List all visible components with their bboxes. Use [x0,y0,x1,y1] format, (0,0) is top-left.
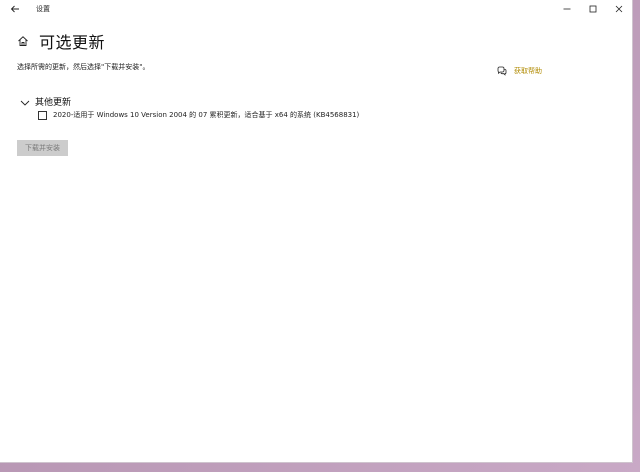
help-link-label[interactable]: 获取帮助 [514,66,542,76]
update-item: 2020-适用于 Windows 10 Version 2004 的 07 累积… [38,110,359,120]
home-icon[interactable] [17,32,29,51]
window-title: 设置 [36,5,50,13]
back-button[interactable] [0,0,30,18]
instruction-text: 选择所需的更新，然后选择"下载并安装"。 [17,63,150,71]
chat-help-icon [497,61,507,80]
maximize-icon [589,5,597,13]
maximize-button[interactable] [580,0,606,18]
get-help-link[interactable]: 获取帮助 [497,61,542,80]
page-title: 可选更新 [39,33,106,52]
close-button[interactable] [606,0,632,18]
download-install-button[interactable]: 下载并安装 [17,140,68,156]
update-checkbox[interactable] [38,110,47,120]
title-bar: 设置 [0,0,632,18]
settings-window: 设置 可选更新 选择所需的更新，然后选择"下载并安装"。 获取帮助 其他更新 2… [0,0,633,463]
back-arrow-icon [10,5,19,13]
section-title: 其他更新 [35,98,72,108]
minimize-icon [563,8,571,10]
chevron-down-icon [20,92,30,111]
other-updates-toggle[interactable]: 其他更新 [20,92,71,111]
close-icon [615,5,623,13]
minimize-button[interactable] [554,0,580,18]
window-controls [554,0,632,18]
page-header: 可选更新 [17,29,105,53]
update-label: 2020-适用于 Windows 10 Version 2004 的 07 累积… [53,111,360,119]
